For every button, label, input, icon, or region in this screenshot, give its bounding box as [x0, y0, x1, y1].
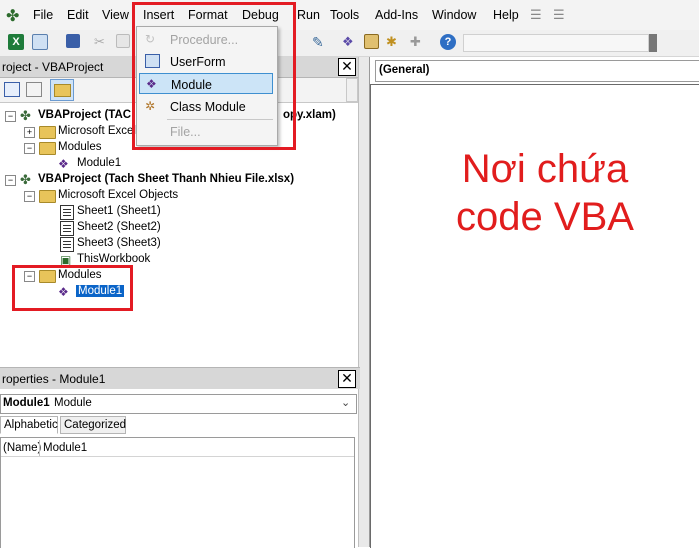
menu-tools[interactable]: Tools: [330, 8, 359, 22]
vbaproject-icon: ✤: [20, 172, 31, 187]
expand-icon[interactable]: +: [24, 127, 35, 138]
worksheet-icon: [60, 205, 74, 220]
folder-icon: [39, 142, 56, 155]
pane-splitter[interactable]: [358, 57, 370, 547]
properties-title-bar: roperties - Module1 ✕: [0, 367, 360, 389]
vba-app-icon[interactable]: ✤: [6, 6, 19, 26]
menu-edit[interactable]: Edit: [67, 8, 89, 22]
annotation-text: Nơi chứa code VBA: [456, 147, 634, 239]
excel-icon[interactable]: X: [8, 34, 24, 50]
menu-window[interactable]: Window: [432, 8, 476, 22]
insert-userform-icon[interactable]: [32, 34, 48, 50]
properties-window-icon[interactable]: [364, 34, 379, 49]
save-icon[interactable]: [66, 34, 80, 48]
chevron-down-icon[interactable]: ⌄: [341, 396, 350, 409]
properties-grid: (Name) Module1: [0, 437, 355, 548]
properties-title: roperties - Module1: [2, 372, 106, 386]
design-mode-icon[interactable]: ✎: [312, 34, 328, 50]
menu-view[interactable]: View: [102, 8, 129, 22]
collapse-icon[interactable]: −: [5, 111, 16, 122]
object-browser-icon[interactable]: ✱: [386, 34, 402, 50]
tab-categorized[interactable]: Categorized: [60, 416, 126, 434]
module-icon: ❖: [58, 157, 69, 171]
outdent-icon[interactable]: ☰: [553, 7, 565, 23]
menu-help[interactable]: Help: [493, 8, 519, 22]
indent-icon[interactable]: ☰: [530, 7, 542, 23]
standard-toolbar: X ▼ ✂ ✎ ❖ ✱ ✚ ?: [0, 30, 699, 75]
tree-node-project2[interactable]: − ✤ VBAProject (Tach Sheet Thanh Nhieu F…: [0, 172, 360, 188]
collapse-icon[interactable]: −: [24, 191, 35, 202]
toolbar-scroll-handle[interactable]: [346, 78, 358, 102]
tab-alphabetic[interactable]: Alphabetic: [0, 416, 58, 434]
collapse-icon[interactable]: −: [5, 175, 16, 186]
collapse-icon[interactable]: −: [24, 143, 35, 154]
project-explorer-icon[interactable]: ❖: [342, 34, 358, 50]
menu-run[interactable]: Run: [297, 8, 320, 22]
help-icon[interactable]: ?: [440, 34, 456, 50]
worksheet-icon: [60, 237, 74, 252]
toolbar-position-box: [463, 34, 649, 52]
folder-icon: [39, 126, 56, 139]
folder-icon: [39, 190, 56, 203]
worksheet-icon: [60, 221, 74, 236]
close-icon[interactable]: ✕: [338, 370, 356, 388]
menu-file[interactable]: File: [33, 8, 53, 22]
toggle-folders-icon[interactable]: [50, 79, 74, 101]
highlight-new-module: [12, 265, 133, 311]
close-icon[interactable]: ✕: [338, 58, 356, 76]
toolbar-overflow-icon[interactable]: [649, 34, 657, 52]
cut-icon[interactable]: ✂: [94, 34, 110, 50]
object-select[interactable]: (General): [375, 60, 699, 82]
view-object-icon[interactable]: [26, 82, 42, 97]
copy-icon[interactable]: [116, 34, 130, 48]
properties-object-select[interactable]: Module1 Module ⌄: [0, 394, 357, 414]
project-explorer-title: roject - VBAProject: [2, 60, 104, 74]
highlight-insert-menu: [132, 2, 296, 150]
menu-add-ins[interactable]: Add-Ins: [375, 8, 418, 22]
view-code-icon[interactable]: [4, 82, 20, 97]
property-row[interactable]: (Name) Module1: [1, 440, 354, 457]
properties-tabs: Alphabetic Categorized: [0, 416, 360, 436]
toolbox-icon[interactable]: ✚: [410, 34, 426, 50]
menu-bar: ✤ File Edit View Insert Format Debug Run…: [0, 0, 699, 31]
vbaproject-icon: ✤: [20, 108, 31, 123]
